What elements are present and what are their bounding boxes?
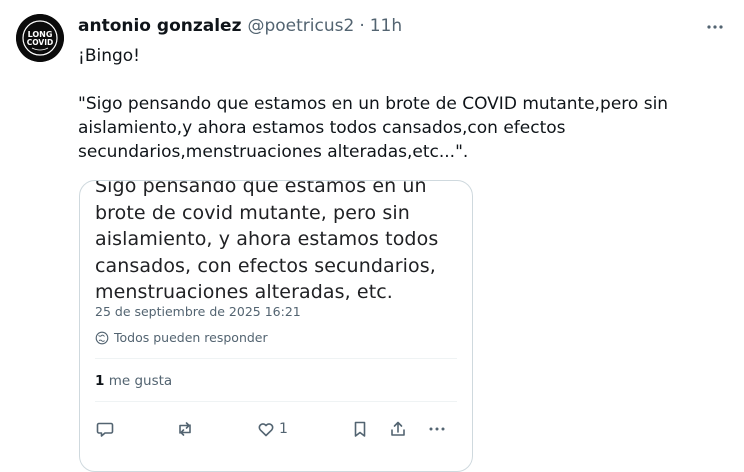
embedded-date: 25 de septiembre de 2025 16:21 <box>95 304 301 319</box>
share-icon <box>391 421 405 436</box>
tweet-text-intro: ¡Bingo! <box>78 46 140 66</box>
like-icon <box>258 423 274 437</box>
globe-icon <box>95 331 109 344</box>
more-actions-button[interactable] <box>427 419 447 439</box>
embedded-line: cansados, con efectos secundarios, <box>95 254 436 277</box>
divider <box>95 358 457 359</box>
divider <box>95 401 457 402</box>
long-covid-logo: LONG COVID <box>16 14 64 62</box>
ellipsis-icon <box>429 427 445 431</box>
tweet-quote-text: "Sigo pensando que estamos en un brote d… <box>78 92 668 164</box>
author-name[interactable]: antonio gonzalez <box>78 16 241 36</box>
bookmark-button[interactable] <box>350 419 370 439</box>
avatar-text-covid: COVID <box>27 38 54 47</box>
quote-line: secundarios,menstruaciones alteradas,etc… <box>78 142 469 162</box>
likes-count: 1 <box>95 373 105 389</box>
timestamp[interactable]: 11h <box>370 16 402 36</box>
reply-button[interactable] <box>95 419 115 439</box>
tweet-header: antonio gonzalez @poetricus2 · 11h <box>78 13 402 39</box>
reply-icon <box>96 422 114 437</box>
likes-label: me gusta <box>104 373 173 389</box>
quote-line: aislamiento,y ahora estamos todos cansad… <box>78 118 566 138</box>
quote-line: "Sigo pensando que estamos en un brote d… <box>78 94 669 114</box>
avatar[interactable]: LONG COVID <box>16 14 64 62</box>
share-button[interactable] <box>388 419 408 439</box>
more-icon <box>707 25 723 29</box>
reply-setting: Todos pueden responder <box>95 330 268 345</box>
retweet-button[interactable] <box>175 419 195 439</box>
embedded-line: aislamiento, y ahora estamos todos <box>95 228 439 250</box>
bookmark-icon <box>354 421 366 437</box>
embedded-line: Sigo pensando que estamos en un <box>95 180 427 197</box>
separator-dot: · <box>359 16 365 36</box>
embedded-screenshot[interactable]: Sigo pensando que estamos en un brote de… <box>79 180 473 472</box>
author-handle[interactable]: @poetricus2 <box>247 16 354 36</box>
reply-setting-label: Todos pueden responder <box>114 330 268 345</box>
embedded-line: menstruaciones alteradas, etc. <box>95 281 393 303</box>
embedded-post-text: Sigo pensando que estamos en un brote de… <box>95 180 439 306</box>
retweet-icon <box>179 422 191 436</box>
like-button[interactable]: 1 <box>256 419 288 439</box>
embedded-line: brote de covid mutante, pero sin <box>95 201 410 224</box>
likes-summary[interactable]: 1 me gusta <box>95 373 172 389</box>
like-count: 1 <box>279 421 288 437</box>
more-button[interactable] <box>702 14 728 40</box>
